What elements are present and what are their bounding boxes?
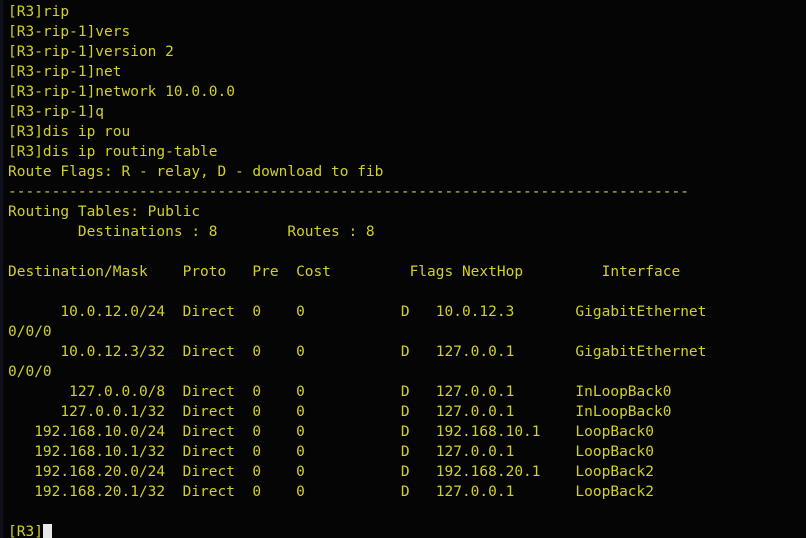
table-header: Destination/Mask Proto Pre Cost Flags Ne…: [8, 264, 681, 280]
terminal-output: [R3]rip [R3-rip-1]vers [R3-rip-1]version…: [8, 2, 806, 538]
terminal-window[interactable]: [R3]rip [R3-rip-1]vers [R3-rip-1]version…: [0, 0, 806, 538]
prompt-label: [R3]: [8, 524, 43, 538]
table-row: 10.0.12.3/32 Direct 0 0 D 127.0.0.1 Giga…: [8, 344, 707, 360]
active-prompt-line[interactable]: [R3]: [8, 522, 806, 538]
terminal-left-edge: [0, 0, 4, 538]
command-line: [R3]dis ip routing-table: [8, 144, 218, 160]
routing-tables-label: Routing Tables: Public: [8, 204, 201, 220]
table-row: 192.168.20.1/32 Direct 0 0 D 127.0.0.1 L…: [8, 484, 655, 500]
route-flags-legend: Route Flags: R - relay, D - download to …: [8, 164, 384, 180]
table-row-wrap: 0/0/0: [8, 364, 52, 380]
table-row: 192.168.10.0/24 Direct 0 0 D 192.168.10.…: [8, 424, 655, 440]
command-line: [R3-rip-1]vers: [8, 24, 131, 40]
table-row: 192.168.20.0/24 Direct 0 0 D 192.168.20.…: [8, 464, 655, 480]
table-row: 127.0.0.1/32 Direct 0 0 D 127.0.0.1 InLo…: [8, 404, 672, 420]
command-line: [R3]rip: [8, 4, 70, 20]
table-row: 127.0.0.0/8 Direct 0 0 D 127.0.0.1 InLoo…: [8, 384, 672, 400]
separator-rule: ----------------------------------------…: [8, 184, 689, 200]
command-line: [R3]dis ip rou: [8, 124, 131, 140]
table-row-wrap: 0/0/0: [8, 324, 52, 340]
text-cursor: [42, 524, 52, 538]
command-line: [R3-rip-1]net: [8, 64, 122, 80]
command-line: [R3-rip-1]network 10.0.0.0: [8, 84, 235, 100]
command-line: [R3-rip-1]version 2: [8, 44, 174, 60]
table-row: 192.168.10.1/32 Direct 0 0 D 127.0.0.1 L…: [8, 444, 655, 460]
command-line: [R3-rip-1]q: [8, 104, 105, 120]
table-row: 10.0.12.0/24 Direct 0 0 D 10.0.12.3 Giga…: [8, 304, 707, 320]
routing-summary: Destinations : 8 Routes : 8: [8, 224, 375, 240]
